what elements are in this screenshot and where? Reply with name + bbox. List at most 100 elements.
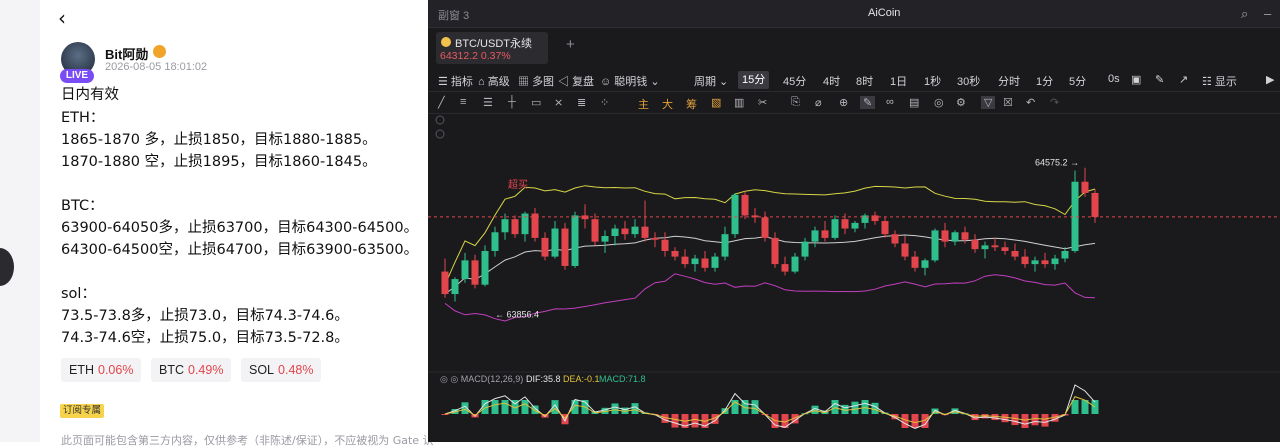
macd-bar xyxy=(671,414,679,428)
period-timeline[interactable]: 分时 xyxy=(998,73,1020,89)
candle-body xyxy=(1041,260,1049,265)
indicator-label: 指标 xyxy=(450,76,473,88)
multi-chart-button[interactable]: ▦ 多图 xyxy=(518,73,554,89)
copy-icon[interactable]: ⎘ xyxy=(791,96,800,109)
macd-bar xyxy=(831,400,839,414)
subscribe-tag: 订阅专属 xyxy=(60,404,105,418)
lock-icon[interactable]: ▤ xyxy=(909,96,919,109)
expand-icon[interactable]: ▶ xyxy=(1266,73,1274,86)
macd-bar xyxy=(491,400,499,414)
period-5m[interactable]: 5分 xyxy=(1069,73,1086,89)
symbol-tab[interactable]: BTC/USDT永续 64312.2 0.37% xyxy=(436,32,548,64)
macd-label: ◎ ◎ MACD(12,26,9) xyxy=(440,374,523,384)
ruler-icon[interactable]: ⌀ xyxy=(815,96,822,109)
replay-button[interactable]: ◁ 复盘 xyxy=(558,73,594,89)
highlight-icon[interactable]: ▧ xyxy=(711,96,721,109)
big-order-toggle[interactable]: 大 xyxy=(662,96,673,112)
candle-body xyxy=(981,245,989,250)
candle-body xyxy=(631,226,639,235)
filter-icon[interactable]: ▽ xyxy=(981,96,996,109)
trendline-icon[interactable]: ╱ xyxy=(438,96,445,109)
display-button[interactable]: ☷ 显示 xyxy=(1202,73,1237,89)
period-8h[interactable]: 8时 xyxy=(856,73,873,89)
candle-body xyxy=(881,221,889,235)
period-1m[interactable]: 1分 xyxy=(1036,73,1053,89)
advanced-button[interactable]: ⌂ 高级 xyxy=(478,73,510,89)
chip-symbol: BTC xyxy=(159,363,184,377)
overbought-label: 超买 xyxy=(508,178,528,191)
trash-icon[interactable]: ☒ xyxy=(1003,96,1013,109)
minimize-icon[interactable]: – xyxy=(1264,6,1271,21)
coin-chip-sol[interactable]: SOL 0.48% xyxy=(241,358,322,382)
coin-chip-eth[interactable]: ETH 0.06% xyxy=(61,358,142,382)
share-icon[interactable]: ↗ xyxy=(1179,73,1188,86)
upper-band-line xyxy=(444,185,1096,285)
main-force-toggle[interactable]: 主 xyxy=(638,96,649,112)
smart-money-button[interactable]: ☺ 聪明钱 ⌄ xyxy=(600,73,660,89)
search-icon[interactable]: ⌕ xyxy=(1241,6,1248,22)
chips-toggle[interactable]: 筹 xyxy=(686,96,697,112)
zoom-icon[interactable]: ⊕ xyxy=(839,96,848,109)
parallel-lines-icon[interactable]: ☰ xyxy=(483,96,493,109)
candle-body xyxy=(551,228,559,257)
candle-body xyxy=(1081,181,1089,193)
macd-bar xyxy=(571,400,579,414)
symbol-name: BTC/USDT永续 xyxy=(455,38,532,50)
candle-body xyxy=(961,232,969,240)
scissors-icon[interactable]: ✂ xyxy=(758,96,767,109)
brush-icon[interactable]: ⁘ xyxy=(600,96,609,109)
period-45m[interactable]: 45分 xyxy=(783,73,806,89)
macd-value: MACD:71.8 xyxy=(599,374,646,384)
layers-icon[interactable]: ▥ xyxy=(734,96,744,109)
period-dropdown[interactable]: 周期 ⌄ xyxy=(694,73,728,89)
verified-badge-icon xyxy=(153,45,166,58)
indicator-button[interactable]: ☰ 指标 xyxy=(438,73,473,89)
macd-bar xyxy=(521,400,529,414)
live-badge: LIVE xyxy=(60,69,94,83)
candle-body xyxy=(641,226,649,238)
camera-icon[interactable]: ▣ xyxy=(1131,73,1141,86)
zigzag-icon[interactable]: ⨯ xyxy=(554,96,563,109)
candle-body xyxy=(601,236,609,242)
period-30s[interactable]: 30秒 xyxy=(957,73,980,89)
candle-body xyxy=(561,228,569,266)
eye-icon[interactable]: ◎ xyxy=(934,96,944,109)
cross-line-icon[interactable]: ┼ xyxy=(508,96,516,108)
candle-body xyxy=(721,234,729,257)
candle-body xyxy=(701,258,709,268)
magnet-icon[interactable]: ∞ xyxy=(886,96,894,108)
pencil-icon[interactable]: ✎ xyxy=(1155,73,1164,86)
candle-body xyxy=(1091,192,1099,217)
macd-dif-line xyxy=(444,384,1096,429)
redo-icon[interactable]: ↷ xyxy=(1050,96,1059,109)
undo-icon[interactable]: ↶ xyxy=(1026,96,1035,109)
period-1s[interactable]: 1秒 xyxy=(924,73,941,89)
add-tab-button[interactable]: + xyxy=(566,36,575,53)
candle-body xyxy=(471,260,479,285)
candle-body xyxy=(691,258,699,265)
chip-symbol: SOL xyxy=(249,363,275,377)
candlestick-chart[interactable]: 64575.2 → ← 63856.4 超买 ◎ ◎ MACD(12,26,9) DIF… xyxy=(428,114,1280,442)
fib-icon[interactable]: ≣ xyxy=(577,96,586,109)
coin-chip-btc[interactable]: BTC 0.49% xyxy=(151,358,232,382)
candle-body xyxy=(1061,250,1069,259)
chevron-left-icon[interactable]: ‹ xyxy=(58,6,66,30)
chip-change: 0.06% xyxy=(98,363,134,377)
period-15m[interactable]: 15分 xyxy=(738,71,770,89)
symbol-tab-row: BTC/USDT永续 64312.2 0.37% + xyxy=(428,28,1280,68)
candle-body xyxy=(541,237,549,257)
disclaimer: 此页面可能包含第三方内容，仅供参考（非陈述/保证），不应被视为 Gate 认 xyxy=(61,434,434,447)
drawing-toolbar: ╱ ≡ ☰ ┼ ▭ ⨯ ≣ ⁘ 主 大 筹 ▧ ▥ ✂ ⎘ ⌀ ⊕ ✎ ∞ ▤ … xyxy=(428,92,1280,114)
settings-icon[interactable]: ⚙ xyxy=(956,96,966,109)
low-price-label: ← 63856.4 xyxy=(495,310,539,320)
eraser-icon[interactable]: ✎ xyxy=(860,96,876,109)
period-4h[interactable]: 4时 xyxy=(823,73,840,89)
period-1d[interactable]: 1日 xyxy=(890,73,907,89)
candle-body xyxy=(901,243,909,257)
chart-option-icon xyxy=(435,129,445,139)
rectangle-icon[interactable]: ▭ xyxy=(531,96,541,109)
candle-body xyxy=(451,279,459,295)
candle-body xyxy=(571,215,579,266)
horizontal-lines-icon[interactable]: ≡ xyxy=(460,96,466,108)
period-label: 周期 xyxy=(694,76,716,88)
